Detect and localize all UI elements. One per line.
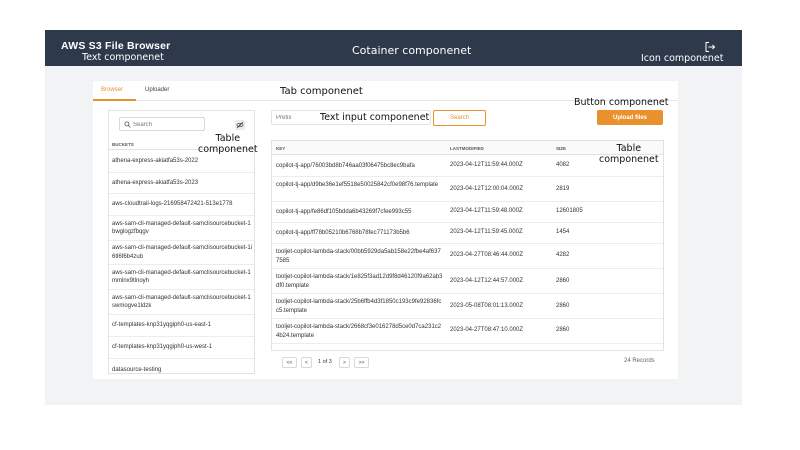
cell-size: 2860	[556, 303, 570, 309]
annotation-button-component: Button componenet	[574, 97, 669, 108]
app-frame: AWS S3 File Browser Browser Uploader Sea…	[45, 30, 742, 405]
list-item[interactable]: cf-templates-knp31yqgiph0-us-west-1	[109, 337, 254, 359]
search-icon	[124, 121, 131, 128]
table-row[interactable]: copilot-tj-app/ff78b05210b6768b78fec7711…	[272, 223, 663, 244]
cell-modified: 2023-04-12T11:59:48.000Z	[450, 208, 523, 214]
active-tab-indicator	[93, 99, 136, 101]
cell-modified: 2023-04-27T08:46:44.000Z	[450, 252, 524, 258]
annotation-container-component: Cotainer componenet	[352, 44, 472, 57]
cell-modified: 2023-04-12T12:00:04.000Z	[450, 186, 524, 192]
cell-key: tooljet-copilot-lambda-stack/2668cf3e016…	[276, 324, 442, 339]
bucket-search-input[interactable]	[133, 119, 203, 130]
bucket-list: athena-express-akiatfa53s-2022 athena-ex…	[109, 151, 254, 373]
tab-uploader[interactable]: Uploader	[145, 87, 169, 93]
table-row[interactable]: copilot-tj-app/d9be36e1ef5518e50025842cf…	[272, 177, 663, 202]
cell-key: tooljet-copilot-lambda-stack/25b6ffb4d3f…	[276, 299, 442, 314]
last-page-button[interactable]: >>	[354, 357, 369, 368]
annotation-tab-component: Tab componenet	[280, 86, 363, 97]
upload-files-button[interactable]: Upload files	[597, 110, 663, 125]
annotation-text-component: Text componenet	[82, 52, 164, 63]
table-row[interactable]: tooljet-copilot-lambda-stack/00bb5929da5…	[272, 244, 663, 269]
tab-browser[interactable]: Browser	[101, 87, 123, 93]
cell-key: copilot-tj-app/76003bd8b746aa03f06475bc8…	[276, 163, 415, 169]
cell-size: 12601805	[556, 208, 583, 214]
app-title: AWS S3 File Browser	[61, 40, 171, 52]
cell-modified: 2023-04-12T12:44:57.000Z	[450, 278, 524, 284]
list-item[interactable]: cf-templates-knp31yqgiph0-us-east-1	[109, 315, 254, 337]
cell-size: 2860	[556, 278, 570, 284]
records-count: 24 Records	[624, 358, 655, 364]
logout-icon[interactable]	[704, 41, 716, 53]
cell-modified: 2023-04-12T11:59:45.000Z	[450, 229, 523, 235]
cell-size: 4282	[556, 252, 570, 258]
list-item[interactable]: aws-sam-cli-managed-default-samclisource…	[109, 216, 254, 241]
annotation-bucket-table-component: Table componenet	[198, 133, 258, 155]
list-item[interactable]: datasource-testing	[109, 359, 254, 373]
table-row[interactable]: tooljet-copilot-lambda-stack/1e825f3ad12…	[272, 269, 663, 294]
cell-modified: 2023-04-27T08:47:10.000Z	[450, 327, 524, 333]
list-item[interactable]: aws-sam-cli-managed-default-samclisource…	[109, 241, 254, 265]
cell-key: copilot-tj-app/fe86df105bdda6b43269f7cfe…	[276, 209, 412, 215]
cell-key: tooljet-copilot-lambda-stack/00bb5929da5…	[276, 249, 441, 264]
annotation-bucket-table-line1: Table	[215, 133, 241, 144]
cell-key: copilot-tj-app/d9be36e1ef5518e50025842cf…	[276, 182, 439, 188]
search-button[interactable]: Search	[433, 110, 486, 126]
column-header-lastmodified[interactable]: LASTMODIFIED	[450, 146, 484, 151]
annotation-files-table-line1: Table	[616, 143, 642, 154]
annotation-files-table-line2: componenet	[599, 154, 659, 165]
table-row[interactable]: tooljet-copilot-lambda-stack/2668cf3e016…	[272, 319, 663, 344]
cell-size: 1454	[556, 229, 570, 235]
cell-key: copilot-tj-app/ff78b05210b6768b78fec7711…	[276, 230, 410, 236]
list-item[interactable]: aws-sam-cli-managed-default-samclisource…	[109, 265, 254, 290]
annotation-files-table-component: Table componenet	[599, 143, 659, 165]
table-row[interactable]: tooljet-copilot-lambda-stack/25b6ffb4d3f…	[272, 294, 663, 319]
bucket-search	[119, 117, 205, 131]
page-indicator: 1 of 3	[318, 359, 332, 365]
table-body: copilot-tj-app/76003bd8b746aa03f06475bc8…	[272, 155, 663, 344]
cell-modified: 2023-05-08T08:01:13.000Z	[450, 303, 524, 309]
annotation-text-input-component: Text input componenet	[320, 112, 430, 123]
next-page-button[interactable]: >	[339, 357, 350, 368]
cell-size: 2819	[556, 186, 570, 192]
list-item[interactable]: aws-cloudtrail-logs-216958472421-513e177…	[109, 194, 254, 216]
cell-key: tooljet-copilot-lambda-stack/1e825f3ad12…	[276, 274, 443, 289]
column-header-size[interactable]: SIZE	[556, 146, 566, 151]
list-item[interactable]: athena-express-akiatfa53s-2023	[109, 173, 254, 194]
annotation-icon-component: Icon componenet	[641, 53, 724, 64]
first-page-button[interactable]: <<	[282, 357, 297, 368]
annotation-bucket-table-line2: componenet	[198, 144, 258, 155]
cell-modified: 2023-04-12T11:59:44.000Z	[450, 162, 523, 168]
files-table: KEY LASTMODIFIED SIZE copilot-tj-app/760…	[271, 140, 664, 351]
cell-size: 4082	[556, 162, 570, 168]
cell-size: 2860	[556, 327, 570, 333]
list-item[interactable]: aws-sam-cli-managed-default-samclisource…	[109, 290, 254, 315]
column-header-key[interactable]: KEY	[276, 146, 285, 151]
browser-card: Browser Uploader BUCKETS athena-express-…	[93, 81, 678, 379]
eye-off-icon[interactable]	[235, 120, 245, 130]
prev-page-button[interactable]: <	[301, 357, 312, 368]
table-row[interactable]: copilot-tj-app/fe86df105bdda6b43269f7cfe…	[272, 202, 663, 223]
